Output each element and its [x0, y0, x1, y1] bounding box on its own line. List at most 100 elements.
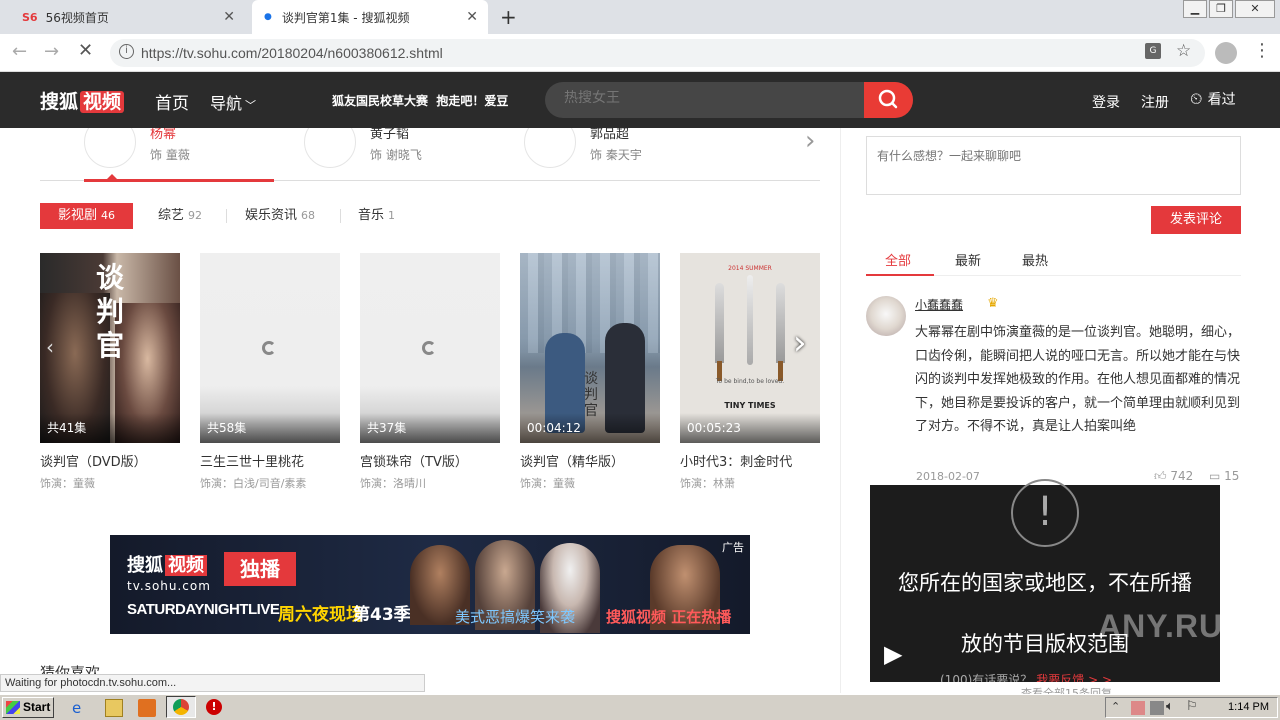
network-icon[interactable] [1150, 701, 1164, 715]
site-header: 搜狐视频 首页 导航﹀ 狐友国民校草大赛 抱走吧！爱豆 登录 注册 ⏲ 看过 [0, 72, 1280, 128]
nav-guide-label: 导航 [210, 94, 243, 113]
poster-image[interactable]: 谈判官 ‹ 共41集 [40, 253, 180, 443]
video-title[interactable]: 谈判官（精华版） [520, 451, 660, 470]
video-title[interactable]: 小时代3：刺金时代 [680, 451, 820, 470]
reply-count: 15 [1224, 469, 1240, 483]
ad-show-cn: 周六夜现场 [278, 605, 363, 625]
chrome-taskbar-button[interactable] [166, 696, 196, 718]
folder-icon[interactable] [105, 699, 123, 717]
avatar[interactable] [866, 296, 906, 336]
tab-label: 影视剧 [58, 208, 98, 223]
56-favicon-icon: S6 [22, 10, 38, 24]
new-tab-button[interactable]: + [500, 5, 517, 29]
post-comment-button[interactable]: 发表评论 [1151, 206, 1241, 234]
tab-count: 1 [388, 209, 396, 222]
omnibox[interactable]: i https://tv.sohu.com/20180204/n60038061… [110, 39, 1205, 67]
status-bubble: Waiting for photocdn.tv.sohu.com... [0, 674, 425, 692]
chrome-icon [173, 699, 189, 715]
tab-all[interactable]: 全部 [885, 250, 911, 269]
comment-date: 2018-02-07 [916, 470, 980, 483]
info-icon[interactable]: i [119, 44, 134, 59]
episode-badge: 共41集 [40, 413, 180, 443]
forward-icon[interactable]: → [44, 41, 59, 62]
translate-icon[interactable]: G [1145, 43, 1161, 59]
reply-button[interactable]: ▭ 15 [1209, 469, 1239, 483]
profile-avatar-icon[interactable] [1215, 42, 1237, 64]
cast-avatar[interactable] [524, 128, 576, 168]
ad-tagline: 美式恶搞爆笑来袭 [455, 608, 576, 626]
chevron-down-icon: ﹀ [245, 99, 257, 112]
ie-icon[interactable]: e [72, 699, 90, 717]
like-count: 742 [1170, 469, 1194, 483]
cast-role: 饰 秦天宇 [590, 148, 642, 162]
comment-input[interactable] [866, 136, 1241, 195]
comment-user[interactable]: 小蠢蠢蠢 [915, 296, 963, 313]
tab-hottest[interactable]: 最热 [1022, 250, 1048, 269]
tab-active-indicator [866, 274, 934, 276]
cast-name[interactable]: 郭品超 [590, 128, 629, 142]
register-link[interactable]: 注册 [1141, 92, 1169, 112]
ad-banner[interactable]: 广告 搜狐 视频 tv.sohu.com 独播 SATURDAYNIGHTLIVE… [110, 535, 750, 634]
tab-sohu-video[interactable]: ● 谈判官第1集 - 搜狐视频 ✕ [252, 0, 488, 34]
cast-avatar[interactable] [304, 128, 356, 168]
crown-icon: ♛ [987, 296, 999, 311]
poster-image[interactable]: 2014 SUMMER To be bind,to be loved. TINY… [680, 253, 820, 443]
cast-name[interactable]: 黄子韬 [370, 128, 409, 142]
restore-icon[interactable]: ❐ [1209, 0, 1233, 18]
close-icon[interactable]: ✕ [466, 9, 478, 25]
history-link[interactable]: ⏲ 看过 [1190, 89, 1236, 109]
tab-latest[interactable]: 最新 [955, 250, 981, 269]
close-icon[interactable]: ✕ [223, 9, 235, 25]
cast-next-icon[interactable]: › [805, 128, 815, 156]
sohu-video-logo[interactable]: 搜狐 视频 [40, 87, 125, 114]
tab-entertainment[interactable]: 娱乐资讯 68 [245, 203, 315, 229]
ad-domain: tv.sohu.com [127, 579, 211, 593]
search-input[interactable] [564, 90, 854, 106]
search-button[interactable] [864, 82, 913, 118]
video-title[interactable]: 谈判官（DVD版） [40, 451, 180, 470]
minimize-icon[interactable]: ▁ [1183, 0, 1207, 18]
back-icon[interactable]: ← [12, 41, 27, 62]
episode-badge: 共37集 [360, 413, 500, 443]
ad-brand: 搜狐 [127, 555, 163, 576]
tray-expand-icon[interactable]: ⌃ [1111, 700, 1120, 713]
flag-icon[interactable]: ⚐ [1186, 699, 1198, 714]
media-player-icon[interactable] [138, 699, 156, 717]
poster-image[interactable]: 共37集 [360, 253, 500, 443]
start-button[interactable]: Start [2, 697, 54, 718]
window-close-icon[interactable]: ✕ [1235, 0, 1275, 18]
tab-count: 46 [101, 209, 116, 222]
tab-film-tv[interactable]: 影视剧 46 [40, 203, 134, 229]
tab-variety[interactable]: 综艺 92 [158, 203, 202, 229]
url-text[interactable]: https://tv.sohu.com/20180204/n600380612.… [141, 45, 443, 61]
stop-icon[interactable]: ✕ [78, 40, 93, 61]
promo-link[interactable]: 狐友国民校草大赛 抱走吧！爱豆 [332, 92, 508, 109]
security-icon[interactable] [1131, 701, 1145, 715]
poster-image[interactable]: 谈判官 00:04:12 [520, 253, 660, 443]
system-tray: ⌃ 🔈︎ ⚐ 1:14 PM [1105, 697, 1278, 718]
menu-icon[interactable]: ⋮ [1253, 40, 1271, 61]
play-icon[interactable]: ▶ [884, 640, 902, 668]
tab-56[interactable]: S6 56视频首页 ✕ [10, 0, 245, 34]
next-icon[interactable]: › [793, 323, 807, 363]
volume-icon[interactable]: 🔈︎ [1166, 699, 1174, 714]
alert-app-icon[interactable]: ! [206, 699, 222, 715]
tab-label: 综艺 [158, 208, 185, 223]
login-link[interactable]: 登录 [1092, 92, 1120, 112]
nav-guide[interactable]: 导航 ﹀ [210, 90, 256, 114]
prev-icon[interactable]: ‹ [46, 335, 54, 359]
feedback-link[interactable]: 我要反馈 > > [1036, 673, 1112, 682]
region-blocked-overlay: ! 您所在的国家或地区，不在所播 放的节目版权范围 ▶ (100)有话要说？ 我要… [870, 479, 1246, 682]
poster-season: 2014 SUMMER [728, 265, 772, 272]
nav-home[interactable]: 首页 [155, 89, 189, 114]
poster-image[interactable]: 共58集 [200, 253, 340, 443]
tab-label: 娱乐资讯 [245, 208, 298, 223]
browser-tab-strip: S6 56视频首页 ✕ ● 谈判官第1集 - 搜狐视频 ✕ + ▁ ❐ ✕ [0, 0, 1280, 34]
tab-music[interactable]: 音乐 1 [358, 203, 395, 229]
video-title[interactable]: 宫锁珠帘（TV版） [360, 451, 500, 470]
star-icon[interactable]: ☆ [1176, 41, 1191, 61]
like-button[interactable]: 👍︎ 742 [1154, 469, 1193, 484]
video-title[interactable]: 三生三世十里桃花 [200, 451, 340, 470]
cast-name[interactable]: 杨幂 [150, 128, 176, 142]
cast-avatar[interactable] [84, 128, 136, 168]
